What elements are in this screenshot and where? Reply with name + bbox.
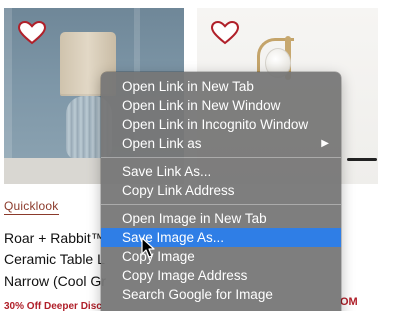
product-title-line[interactable]: Narrow (Cool Gr <box>4 273 106 289</box>
heart-icon[interactable] <box>211 21 239 45</box>
promo-text: OM <box>340 296 358 308</box>
menu-item-label: Open Link as <box>122 136 202 151</box>
menu-item-label: Save Link As... <box>122 164 212 179</box>
menu-item-open-image-new-tab[interactable]: Open Image in New Tab <box>101 209 341 228</box>
menu-item-open-link-incognito[interactable]: Open Link in Incognito Window <box>101 115 341 134</box>
menu-item-label: Open Link in New Window <box>122 98 281 113</box>
product-title-line[interactable]: Ceramic Table L <box>4 251 105 267</box>
lamp-cord <box>347 158 377 161</box>
menu-item-open-link-as[interactable]: Open Link as ▶ <box>101 134 341 153</box>
chevron-right-icon: ▶ <box>321 138 329 149</box>
menu-item-label: Open Link in Incognito Window <box>122 117 309 132</box>
menu-separator <box>101 204 341 205</box>
menu-item-open-link-new-tab[interactable]: Open Link in New Tab <box>101 77 341 96</box>
menu-item-label: Copy Image Address <box>122 268 248 283</box>
menu-item-save-image-as[interactable]: Save Image As... <box>101 228 341 247</box>
menu-item-label: Search Google for Image <box>122 287 273 302</box>
menu-separator <box>101 157 341 158</box>
menu-item-label: Copy Image <box>122 249 195 264</box>
menu-item-label: Copy Link Address <box>122 183 235 198</box>
menu-item-save-link-as[interactable]: Save Link As... <box>101 162 341 181</box>
context-menu: Open Link in New Tab Open Link in New Wi… <box>101 72 341 311</box>
menu-item-open-link-new-window[interactable]: Open Link in New Window <box>101 96 341 115</box>
promo-text: 30% Off Deeper Disc <box>4 301 102 311</box>
product-title-line[interactable]: Roar + Rabbit™ <box>4 230 105 246</box>
product-grid-page: Quicklook Roar + Rabbit™ Ceramic Table L… <box>0 0 397 311</box>
menu-item-search-google-for-image[interactable]: Search Google for Image <box>101 285 341 304</box>
heart-icon[interactable] <box>18 21 46 45</box>
menu-item-label: Open Image in New Tab <box>122 211 267 226</box>
menu-item-copy-image-address[interactable]: Copy Image Address <box>101 266 341 285</box>
menu-item-label: Save Image As... <box>122 230 225 245</box>
quicklook-link[interactable]: Quicklook <box>4 199 59 215</box>
menu-item-label: Open Link in New Tab <box>122 79 254 94</box>
menu-item-copy-image[interactable]: Copy Image <box>101 247 341 266</box>
menu-item-copy-link-address[interactable]: Copy Link Address <box>101 181 341 200</box>
